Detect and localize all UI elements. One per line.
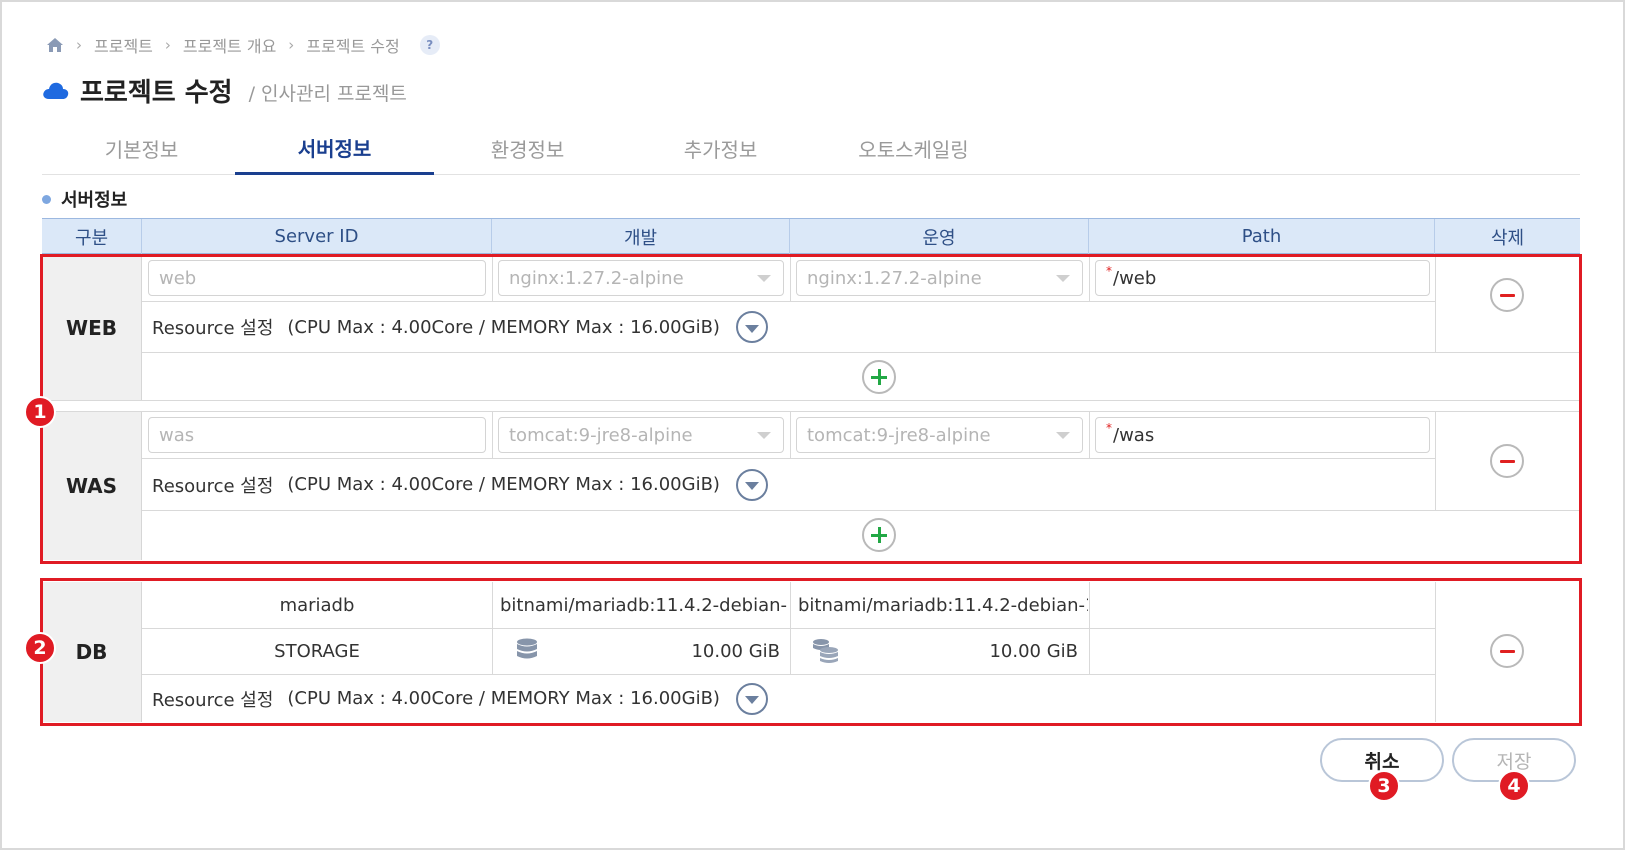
table-header: 구분 Server ID 개발 운영 Path 삭제 [42,218,1580,254]
header-prod: 운영 [790,219,1089,254]
cloud-icon [43,82,69,99]
breadcrumb-item-edit: 프로젝트 수정 [306,37,400,56]
help-icon[interactable]: ? [419,35,440,55]
chevron-right-icon: › [288,36,295,54]
highlight-box-2 [40,578,1582,726]
header-path: Path [1089,219,1435,254]
header-category: 구분 [42,219,142,254]
tab-basic-info[interactable]: 기본정보 [42,122,241,175]
page-header: 프로젝트 수정 / 인사관리 프로젝트 [42,72,407,108]
header-server-id: Server ID [142,219,492,254]
chevron-right-icon: › [76,36,82,54]
tab-bar: 기본정보 서버정보 환경정보 추가정보 오토스케일링 [42,122,1580,175]
breadcrumb-item-project[interactable]: 프로젝트 [94,33,153,57]
home-icon[interactable] [46,37,64,53]
breadcrumb: › 프로젝트 › 프로젝트 개요 › 프로젝트 수정 ? [46,34,440,56]
header-dev: 개발 [492,219,790,254]
section-title-text: 서버정보 [61,190,128,211]
annotation-badge-4: 4 [1498,770,1530,802]
tab-autoscaling[interactable]: 오토스케일링 [814,122,1013,175]
tab-server-info[interactable]: 서버정보 [235,122,434,175]
tab-env-info[interactable]: 환경정보 [428,122,627,175]
annotation-badge-1: 1 [24,396,56,428]
page-subtitle: / 인사관리 프로젝트 [248,82,407,105]
annotation-badge-2: 2 [24,632,56,664]
bullet-icon [42,194,51,204]
tab-extra-info[interactable]: 추가정보 [621,122,820,175]
highlight-box-1 [40,254,1582,564]
annotation-badge-3: 3 [1368,770,1400,802]
chevron-right-icon: › [164,36,171,54]
header-delete: 삭제 [1490,227,1525,249]
breadcrumb-item-overview[interactable]: 프로젝트 개요 [183,33,276,57]
section-title: 서버정보 [42,186,127,212]
page-title: 프로젝트 수정 [80,77,233,108]
